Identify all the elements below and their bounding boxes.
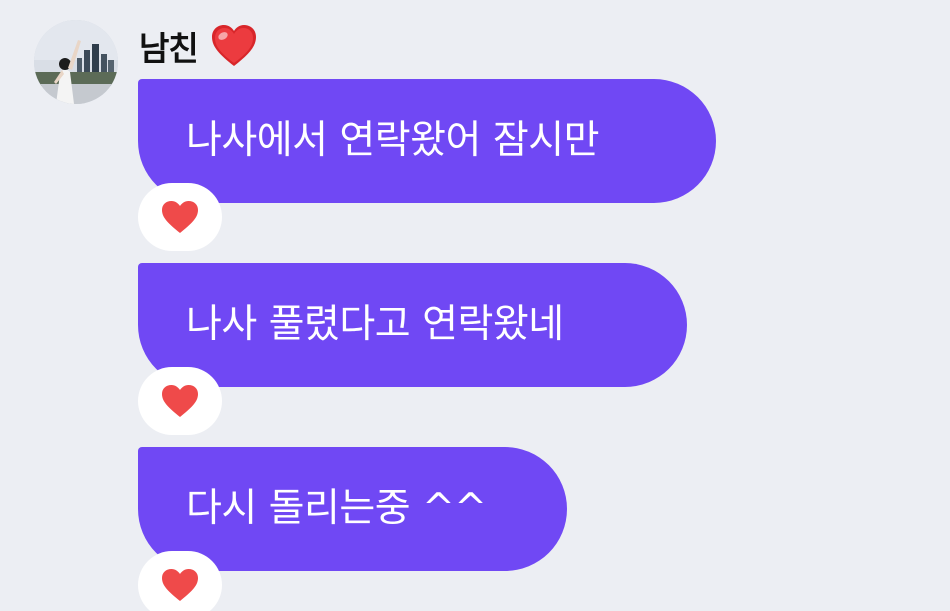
heart-emoji-icon [211, 25, 256, 66]
reaction-badge[interactable] [138, 551, 222, 611]
sender-name: 남친 [139, 29, 199, 68]
message-text: 다시 돌리는중 ^^ [186, 486, 487, 531]
message-bubble[interactable]: 다시 돌리는중 ^^ [138, 447, 567, 571]
heart-icon [162, 569, 198, 601]
reaction-badge[interactable] [138, 183, 222, 251]
avatar[interactable] [34, 20, 118, 104]
heart-icon [162, 201, 198, 233]
message-bubble[interactable]: 나사 풀렸다고 연락왔네 [138, 263, 687, 387]
message-bubble[interactable]: 나사에서 연락왔어 잠시만 [138, 79, 716, 203]
avatar-photo [34, 20, 118, 104]
chat-thread: 남친 나사에서 연락왔어 잠시만 나사 풀렸다고 연락왔네 다시 돌리는중 ^^ [0, 0, 950, 611]
message-text: 나사에서 연락왔어 잠시만 [186, 118, 599, 163]
heart-icon [162, 385, 198, 417]
sender-header: 남친 [139, 22, 258, 70]
reaction-badge[interactable] [138, 367, 222, 435]
message-text: 나사 풀렸다고 연락왔네 [186, 302, 564, 347]
